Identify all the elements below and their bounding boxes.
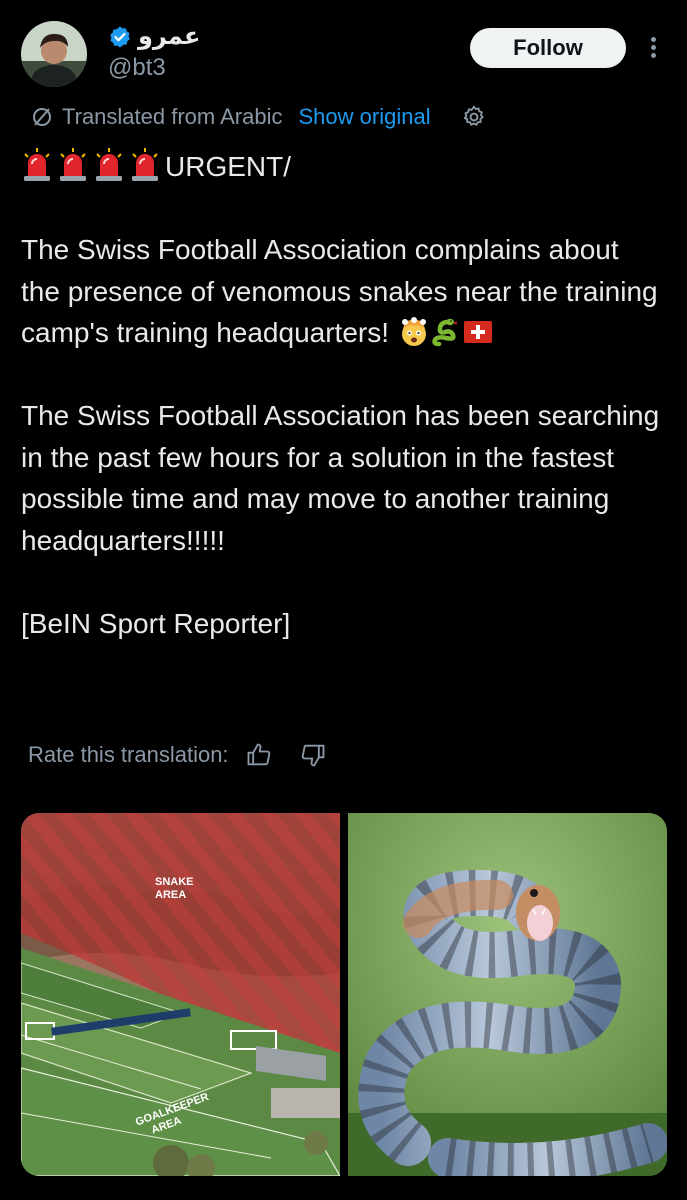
avatar[interactable] xyxy=(21,21,87,87)
exploding-head-emoji-icon xyxy=(401,317,426,346)
tweet-headline: URGENT/ xyxy=(165,151,291,182)
snake-area-label: SNAKE xyxy=(155,876,194,888)
media-image-snake[interactable] xyxy=(348,813,667,1176)
gear-icon[interactable] xyxy=(461,104,487,130)
show-original-link[interactable]: Show original xyxy=(299,104,431,130)
thumbs-down-icon[interactable] xyxy=(299,741,327,769)
siren-emojis xyxy=(21,148,165,182)
verified-badge-icon xyxy=(110,26,130,47)
tweet-header: عمرو @bt3 Follow xyxy=(0,0,687,100)
tweet-paragraph-2: The Swiss Football Association has been … xyxy=(21,400,667,556)
thumbs-up-icon[interactable] xyxy=(245,741,273,769)
rate-translation: Rate this translation: xyxy=(28,738,327,772)
reaction-emojis xyxy=(397,317,493,348)
translate-slash-icon xyxy=(33,108,51,126)
tweet-paragraph-1: The Swiss Football Association complains… xyxy=(21,234,666,348)
author-handle[interactable]: @bt3 xyxy=(108,54,166,82)
translated-label: Translated from Arabic xyxy=(62,104,283,129)
media-image-training-ground[interactable]: SNAKE AREA GOALKEEPER AREA xyxy=(21,813,340,1176)
author-display-name[interactable]: عمرو xyxy=(138,22,200,51)
author-name-row: عمرو xyxy=(108,22,200,51)
follow-button[interactable]: Follow xyxy=(470,28,626,68)
translation-notice: Translated from Arabic Show original xyxy=(30,102,487,132)
rate-translation-label: Rate this translation: xyxy=(28,742,229,767)
tweet-text: URGENT/ The Swiss Football Association c… xyxy=(21,146,661,644)
tweet-source: [BeIN Sport Reporter] xyxy=(21,607,291,639)
swiss-flag-icon xyxy=(463,321,492,343)
snake-emoji-icon xyxy=(432,318,457,347)
more-vertical-icon[interactable] xyxy=(646,34,660,64)
